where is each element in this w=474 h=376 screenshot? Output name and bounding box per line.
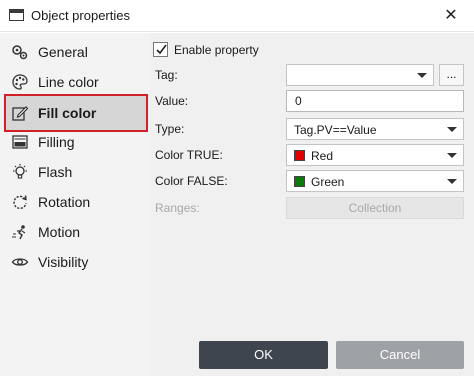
color-false-value: Green: [311, 175, 345, 189]
chevron-down-icon: [447, 153, 457, 158]
sidebar-item-label: Rotation: [38, 194, 91, 210]
sidebar-item-filling[interactable]: Filling: [6, 128, 146, 156]
flash-bulb-icon: [10, 162, 30, 182]
palette-icon: [10, 72, 30, 92]
sidebar: General Line color Fill color Filling Fl…: [0, 33, 150, 376]
value-label: Value:: [155, 94, 189, 108]
color-true-value: Red: [311, 149, 334, 163]
type-value: Tag.PV==Value: [294, 123, 377, 137]
properties-panel: Enable property Tag: ... Value: 0 Type: …: [150, 33, 474, 376]
collection-button: Collection: [286, 197, 464, 219]
window-icon: [9, 9, 24, 21]
filling-icon: [10, 132, 30, 152]
enable-property-checkbox[interactable]: [153, 42, 168, 57]
sidebar-item-fill-color[interactable]: Fill color: [4, 94, 148, 132]
sidebar-item-motion[interactable]: Motion: [6, 218, 146, 246]
window-title: Object properties: [31, 8, 130, 23]
sidebar-item-general[interactable]: General: [6, 38, 146, 66]
enable-property-label: Enable property: [174, 43, 259, 57]
color-false-label: Color FALSE:: [155, 174, 228, 188]
ok-button[interactable]: OK: [199, 341, 328, 369]
sidebar-item-label: Visibility: [38, 254, 89, 270]
rotation-icon: [10, 192, 30, 212]
sidebar-item-label: Fill color: [38, 105, 97, 121]
tag-dropdown[interactable]: [286, 64, 434, 86]
ranges-label: Ranges:: [155, 201, 200, 215]
value-input[interactable]: 0: [286, 90, 464, 112]
sidebar-item-rotation[interactable]: Rotation: [6, 188, 146, 216]
title-bar: Object properties ✕: [0, 0, 474, 32]
eye-icon: [10, 252, 30, 272]
sidebar-item-label: Line color: [38, 74, 99, 90]
sidebar-item-label: Motion: [38, 224, 81, 240]
tag-label: Tag:: [155, 68, 178, 82]
type-label: Type:: [155, 122, 185, 136]
red-swatch: [294, 150, 305, 161]
green-swatch: [294, 176, 305, 187]
sidebar-item-label: Flash: [38, 164, 73, 180]
gears-icon: [10, 42, 30, 62]
type-dropdown[interactable]: Tag.PV==Value: [286, 118, 464, 140]
sidebar-item-line-color[interactable]: Line color: [6, 68, 146, 96]
color-true-label: Color TRUE:: [155, 148, 223, 162]
sidebar-item-label: General: [38, 44, 88, 60]
chevron-down-icon: [417, 73, 427, 78]
sidebar-item-label: Filling: [38, 134, 75, 150]
motion-icon: [10, 222, 30, 242]
close-button[interactable]: ✕: [428, 0, 474, 32]
chevron-down-icon: [447, 127, 457, 132]
color-true-dropdown[interactable]: Red: [286, 144, 464, 166]
chevron-down-icon: [447, 179, 457, 184]
fill-pencil-icon: [10, 103, 30, 123]
cancel-button[interactable]: Cancel: [336, 341, 464, 369]
sidebar-item-visibility[interactable]: Visibility: [6, 248, 146, 276]
color-false-dropdown[interactable]: Green: [286, 170, 464, 192]
sidebar-item-flash[interactable]: Flash: [6, 158, 146, 186]
tag-browse-button[interactable]: ...: [439, 64, 464, 86]
